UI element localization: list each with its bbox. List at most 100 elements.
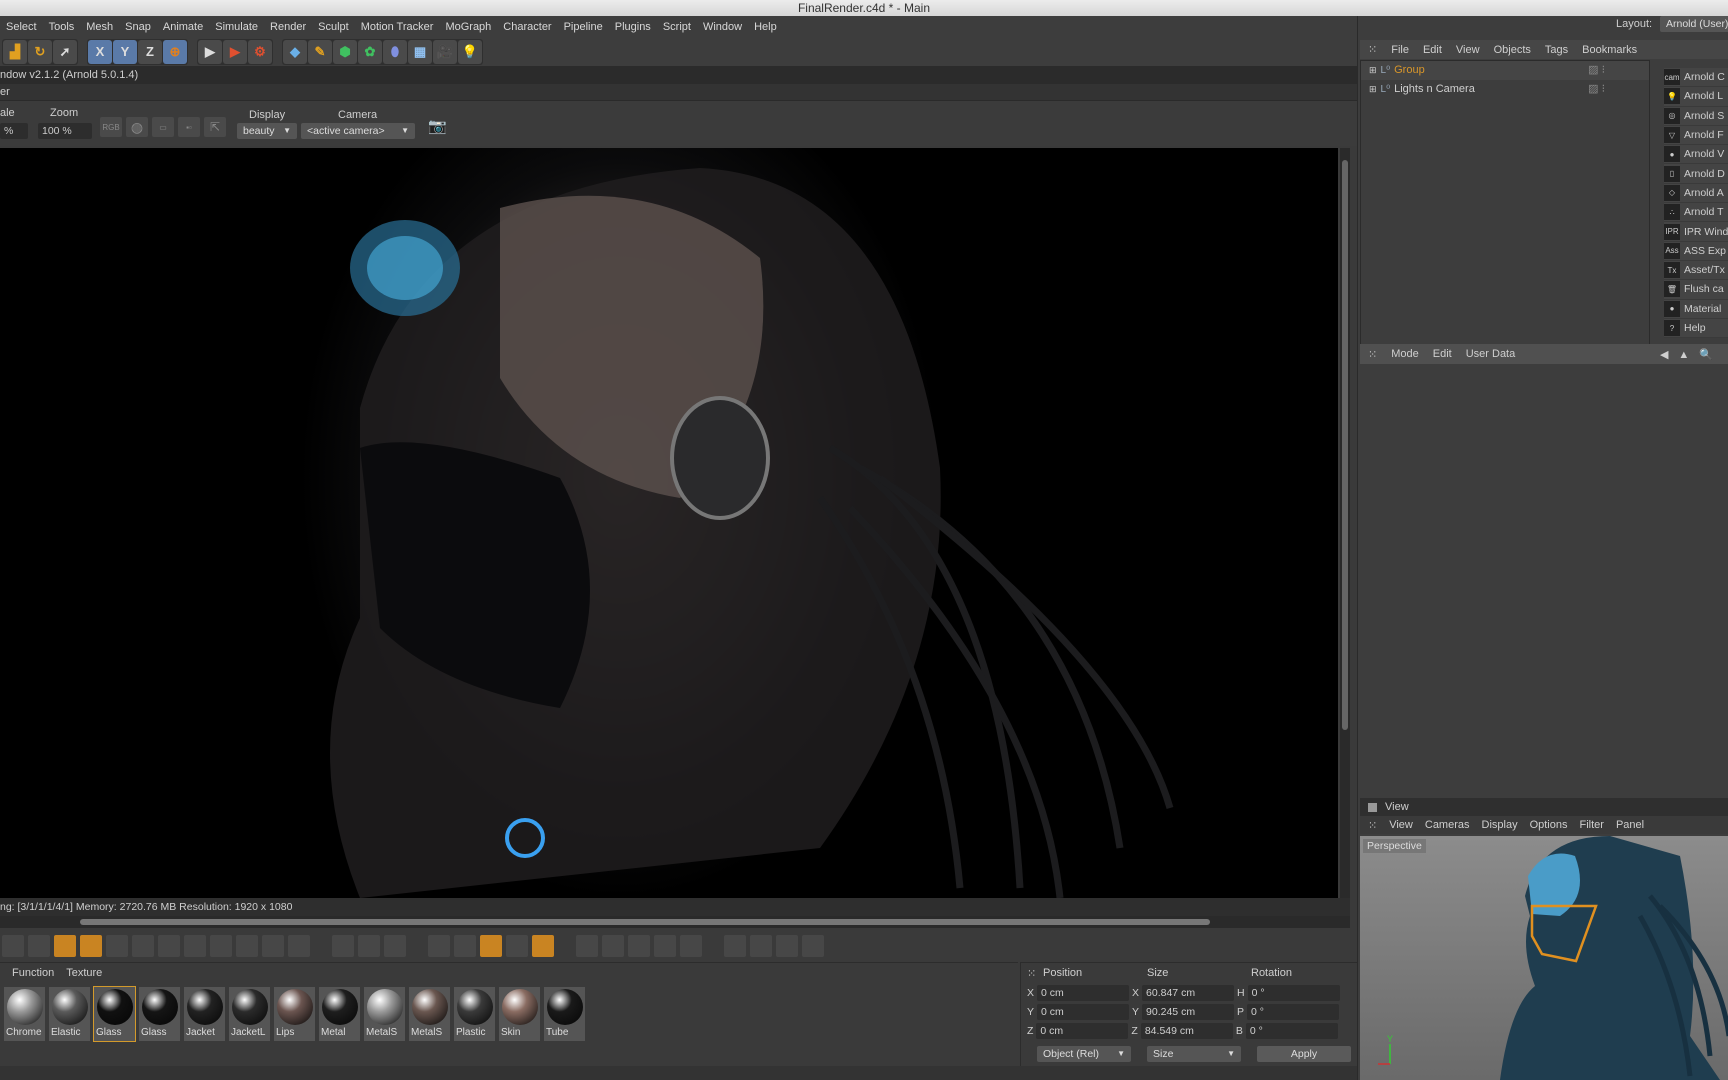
- camera-icon[interactable]: 🎥: [433, 39, 457, 64]
- menu-display[interactable]: Display: [1482, 819, 1518, 831]
- nav-arrows-icon[interactable]: ◀▲🔍: [1660, 348, 1723, 361]
- menu-edit[interactable]: Edit: [1423, 44, 1442, 56]
- menu-tools[interactable]: Tools: [43, 21, 81, 33]
- position-field[interactable]: 0 cm: [1037, 985, 1130, 1001]
- subdivision-icon[interactable]: ⬢: [333, 39, 357, 64]
- pen-icon[interactable]: ✎: [308, 39, 332, 64]
- position-field[interactable]: 0 cm: [1036, 1023, 1129, 1039]
- material-swatch[interactable]: Skin: [499, 987, 540, 1041]
- tool-icon[interactable]: [106, 935, 128, 957]
- expand-icon[interactable]: ⊞: [1369, 80, 1377, 99]
- plugin-button[interactable]: cam Arnold C: [1664, 68, 1728, 88]
- render-view-icon[interactable]: ▶: [198, 39, 222, 64]
- world-coords-icon[interactable]: ⊕: [163, 39, 187, 64]
- material-swatch[interactable]: MetalS: [364, 987, 405, 1041]
- x-axis-toggle[interactable]: X: [88, 39, 112, 64]
- menu-animate[interactable]: Animate: [157, 21, 209, 33]
- rotation-field[interactable]: 0 °: [1247, 1004, 1340, 1020]
- tool-icon[interactable]: [802, 935, 824, 957]
- material-check-icon[interactable]: [750, 935, 772, 957]
- menu-user-data[interactable]: User Data: [1466, 348, 1516, 360]
- grid-icon[interactable]: [602, 935, 624, 957]
- brush-icon[interactable]: [80, 935, 102, 957]
- menu-pipeline[interactable]: Pipeline: [558, 21, 609, 33]
- plugin-button[interactable]: ? Help: [1664, 318, 1728, 339]
- tool-icon[interactable]: [332, 935, 354, 957]
- rotate-tool-icon[interactable]: ↻: [28, 39, 52, 64]
- object-name[interactable]: Group: [1394, 61, 1584, 80]
- plugin-button[interactable]: ∴ Arnold T: [1664, 203, 1728, 223]
- y-axis-toggle[interactable]: Y: [113, 39, 137, 64]
- rotation-field[interactable]: 0 °: [1247, 985, 1340, 1001]
- material-swatch[interactable]: Elastic: [49, 987, 90, 1041]
- menu-mode[interactable]: Mode: [1391, 348, 1419, 360]
- tool-icon[interactable]: [210, 935, 232, 957]
- menu-view[interactable]: View: [1389, 819, 1413, 831]
- menu-objects[interactable]: Objects: [1494, 44, 1531, 56]
- material-swatch[interactable]: Glass: [139, 987, 180, 1041]
- expand-icon[interactable]: ⊞: [1369, 61, 1377, 80]
- plugin-button[interactable]: ● Material: [1664, 299, 1728, 319]
- snapshot-camera-icon[interactable]: 📷: [428, 117, 447, 135]
- material-swatch[interactable]: Metal: [319, 987, 360, 1041]
- menu-panel[interactable]: Panel: [1616, 819, 1644, 831]
- menu-tags[interactable]: Tags: [1545, 44, 1568, 56]
- zoom-field[interactable]: 100 %: [38, 123, 92, 139]
- tool-icon[interactable]: [358, 935, 380, 957]
- plugin-button[interactable]: ◇ Arnold A: [1664, 183, 1728, 204]
- menu-sculpt[interactable]: Sculpt: [312, 21, 355, 33]
- position-field[interactable]: 0 cm: [1037, 1004, 1130, 1020]
- cube-icon[interactable]: ◆: [283, 39, 307, 64]
- render-horizontal-scrollbar[interactable]: [0, 916, 1350, 928]
- menu-select[interactable]: Select: [0, 21, 43, 33]
- tool-icon[interactable]: [506, 935, 528, 957]
- menu-edit[interactable]: Edit: [1433, 348, 1452, 360]
- object-name[interactable]: Lights n Camera: [1394, 80, 1584, 99]
- menu-simulate[interactable]: Simulate: [209, 21, 264, 33]
- menu-character[interactable]: Character: [497, 21, 557, 33]
- menu-bookmarks[interactable]: Bookmarks: [1582, 44, 1637, 56]
- grid-icon[interactable]: [576, 935, 598, 957]
- material-swatch[interactable]: Jacket: [184, 987, 225, 1041]
- menu-function[interactable]: Function: [12, 967, 54, 979]
- tool-icon[interactable]: [2, 935, 24, 957]
- menu-mograph[interactable]: MoGraph: [439, 21, 497, 33]
- menu-cameras[interactable]: Cameras: [1425, 819, 1470, 831]
- plugin-button[interactable]: ◎ Arnold S: [1664, 106, 1728, 126]
- size-field[interactable]: 84.549 cm: [1140, 1023, 1233, 1039]
- menu-texture[interactable]: Texture: [66, 967, 102, 979]
- plugin-button[interactable]: 💡 Arnold L: [1664, 87, 1728, 107]
- menu-snap[interactable]: Snap: [119, 21, 157, 33]
- tool-icon[interactable]: [454, 935, 476, 957]
- tool-icon[interactable]: [654, 935, 676, 957]
- tool-icon[interactable]: [158, 935, 180, 957]
- material-swatch[interactable]: Lips: [274, 987, 315, 1041]
- radiation-icon[interactable]: [532, 935, 554, 957]
- size-mode-dropdown[interactable]: Size ▼: [1147, 1046, 1241, 1062]
- material-swatch[interactable]: Plastic: [454, 987, 495, 1041]
- tool-icon[interactable]: [776, 935, 798, 957]
- menu-file[interactable]: File: [1391, 44, 1409, 56]
- plugin-button[interactable]: Tx Asset/Tx: [1664, 260, 1728, 281]
- material-swatch[interactable]: Tube: [544, 987, 585, 1041]
- plugin-button[interactable]: ● Arnold V: [1664, 145, 1728, 165]
- plugin-button[interactable]: ▽ Arnold F: [1664, 125, 1728, 146]
- tool-icon[interactable]: [236, 935, 258, 957]
- rotation-field[interactable]: 0 °: [1245, 1023, 1338, 1039]
- menu-plugins[interactable]: Plugins: [609, 21, 657, 33]
- tool-icon[interactable]: [132, 935, 154, 957]
- menu-options[interactable]: Options: [1530, 819, 1568, 831]
- export-icon[interactable]: ⇱: [204, 117, 226, 137]
- material-swatch[interactable]: Glass: [93, 986, 136, 1042]
- tool-icon[interactable]: [724, 935, 746, 957]
- scale-tool-icon[interactable]: ▟: [3, 39, 27, 64]
- material-swatch[interactable]: Chrome: [4, 987, 45, 1041]
- menu-filter[interactable]: Filter: [1580, 819, 1604, 831]
- deformer-icon[interactable]: ⬮: [383, 39, 407, 64]
- render-window-menu[interactable]: er: [0, 84, 1357, 100]
- visibility-icon[interactable]: ▨ ⁝: [1588, 80, 1605, 99]
- menu-script[interactable]: Script: [657, 21, 697, 33]
- compare-icon[interactable]: ▪▫: [178, 117, 200, 137]
- tool-icon[interactable]: [28, 935, 50, 957]
- rgb-toggle[interactable]: RGB: [100, 117, 122, 137]
